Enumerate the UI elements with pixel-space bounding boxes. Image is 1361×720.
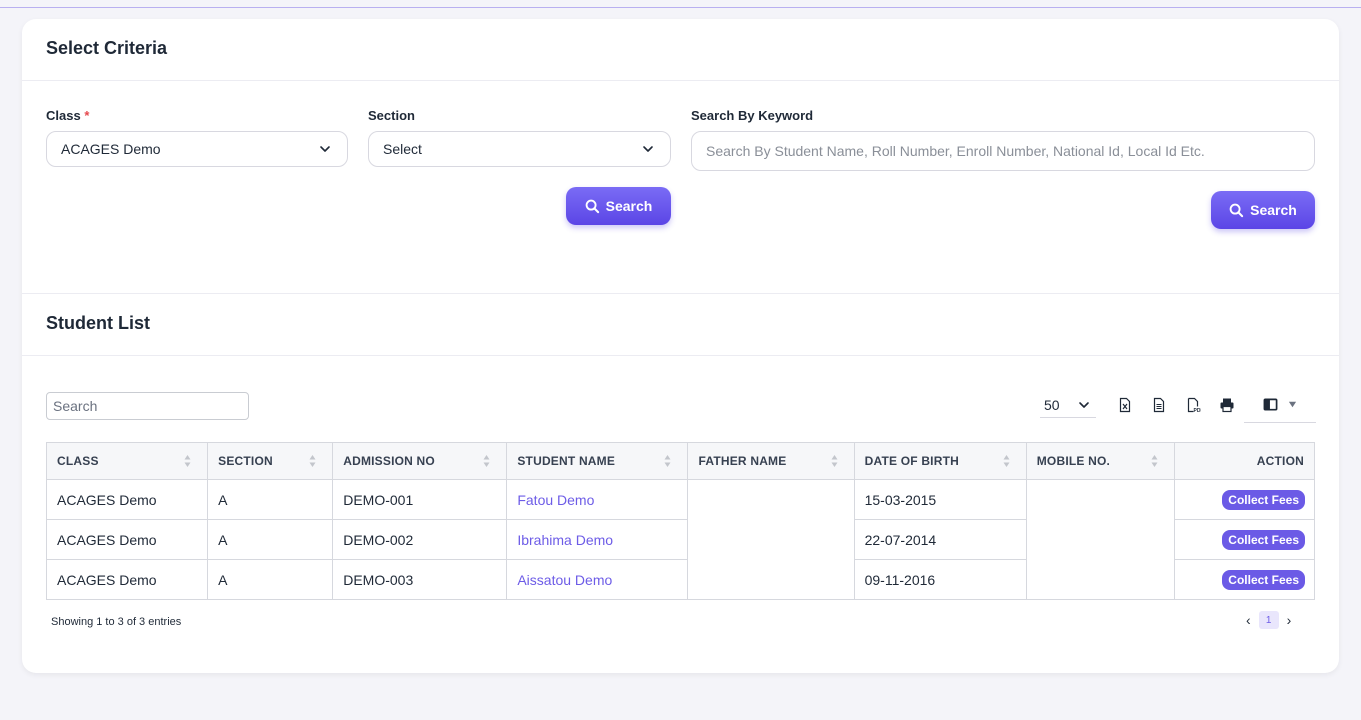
cell-action: Collect Fees: [1173, 559, 1316, 600]
chevron-down-icon: [643, 146, 653, 152]
cell-class: ACAGES Demo: [45, 559, 209, 600]
export-toolbar: PDF: [1108, 387, 1316, 423]
student-table: CLASS SECTION ADMISSION NO STUDENT NAME …: [45, 442, 1316, 600]
table-info: Showing 1 to 3 of 3 entries: [51, 616, 182, 628]
student-name-link[interactable]: Aissatou Demo: [517, 572, 612, 588]
column-header-admission-no[interactable]: ADMISSION NO: [332, 442, 508, 480]
cell-father-name: [687, 559, 855, 600]
page-button-current[interactable]: 1: [1258, 611, 1279, 629]
keyword-label: Search By Keyword: [691, 108, 814, 123]
column-header-class[interactable]: CLASS: [45, 442, 209, 480]
cell-mobile: [1025, 519, 1175, 560]
cell-father-name: [687, 479, 855, 520]
page-length-value: 50: [1044, 396, 1060, 413]
criteria-title: Select Criteria: [46, 38, 168, 58]
search-icon: [1229, 203, 1244, 217]
cell-admission-no: DEMO-003: [332, 559, 508, 600]
column-header-father-name[interactable]: FATHER NAME: [687, 442, 855, 480]
column-header-section[interactable]: SECTION: [207, 442, 334, 480]
cell-section: A: [207, 559, 334, 600]
cell-section: A: [207, 479, 334, 520]
search-icon: [585, 199, 599, 213]
columns-icon: [1263, 398, 1278, 411]
required-mark: *: [84, 108, 90, 123]
column-header-date-of-birth[interactable]: DATE OF BIRTH: [853, 442, 1027, 480]
pagination: ‹ 1 ›: [1246, 611, 1291, 629]
section-label: Section: [368, 108, 415, 123]
table-search-input[interactable]: [46, 392, 249, 420]
pdf-icon: PDF: [1187, 397, 1202, 413]
cell-class: ACAGES Demo: [45, 519, 209, 560]
student-list-title: Student List: [46, 313, 150, 333]
csv-export-button[interactable]: [1142, 388, 1176, 422]
class-label-text: Class: [46, 108, 81, 123]
print-icon: [1220, 398, 1234, 413]
search-button-label: Search: [605, 198, 653, 214]
cell-section: A: [207, 519, 334, 560]
cell-action: Collect Fees: [1173, 479, 1316, 520]
column-visibility-button[interactable]: [1244, 387, 1316, 423]
sort-icon: [1003, 455, 1010, 467]
search-button[interactable]: Search: [566, 187, 671, 225]
cell-student-name: Fatou Demo: [506, 479, 689, 520]
cell-admission-no: DEMO-002: [332, 519, 508, 560]
section-divider: [22, 293, 1339, 294]
keyword-search-button[interactable]: Search: [1211, 191, 1315, 229]
chevron-down-icon: [1079, 401, 1089, 408]
page-length-select[interactable]: 50: [1040, 392, 1096, 418]
csv-icon: [1153, 397, 1165, 413]
table-row: ACAGES Demo A DEMO-001 Fatou Demo 15-03-…: [45, 479, 1316, 520]
cell-date-of-birth: 15-03-2015: [853, 479, 1027, 520]
keyword-search-button-label: Search: [1250, 202, 1297, 218]
keyword-search-input[interactable]: [691, 131, 1315, 171]
student-name-link[interactable]: Ibrahima Demo: [517, 532, 613, 548]
collect-fees-button[interactable]: Collect Fees: [1222, 489, 1305, 510]
cell-class: ACAGES Demo: [45, 479, 209, 520]
sort-icon: [483, 455, 490, 467]
class-select-value: ACAGES Demo: [61, 141, 161, 157]
criteria-card: Select Criteria Class * ACAGES Demo Sect…: [22, 19, 1339, 673]
student-list-divider: [22, 355, 1339, 356]
previous-page-button[interactable]: ‹: [1246, 612, 1251, 628]
excel-export-button[interactable]: [1108, 388, 1142, 422]
svg-text:PDF: PDF: [1194, 408, 1202, 413]
collect-fees-button[interactable]: Collect Fees: [1222, 529, 1305, 550]
print-button[interactable]: [1210, 388, 1244, 422]
cell-admission-no: DEMO-001: [332, 479, 508, 520]
cell-date-of-birth: 09-11-2016: [853, 559, 1027, 600]
cell-student-name: Aissatou Demo: [506, 559, 689, 600]
sort-icon: [1151, 455, 1158, 467]
sort-icon: [831, 455, 838, 467]
sort-icon: [309, 455, 316, 467]
chevron-down-icon: [320, 146, 330, 152]
student-name-link[interactable]: Fatou Demo: [517, 492, 594, 508]
table-row: ACAGES Demo A DEMO-003 Aissatou Demo 09-…: [45, 559, 1316, 600]
cell-father-name: [687, 519, 855, 560]
criteria-divider: [22, 80, 1339, 81]
section-select-value: Select: [383, 141, 422, 157]
pdf-export-button[interactable]: PDF: [1176, 388, 1210, 422]
table-row: ACAGES Demo A DEMO-002 Ibrahima Demo 22-…: [45, 519, 1316, 560]
cell-action: Collect Fees: [1173, 519, 1316, 560]
top-bar-strip: [0, 0, 1361, 8]
column-header-student-name[interactable]: STUDENT NAME: [506, 442, 689, 480]
excel-icon: [1119, 397, 1131, 413]
caret-down-icon: [1288, 401, 1297, 408]
class-select[interactable]: ACAGES Demo: [46, 131, 348, 167]
cell-mobile: [1025, 479, 1175, 520]
class-label: Class *: [46, 108, 89, 123]
next-page-button[interactable]: ›: [1287, 612, 1292, 628]
column-header-action: ACTION: [1173, 442, 1316, 480]
sort-icon: [664, 455, 671, 467]
cell-mobile: [1025, 559, 1175, 600]
column-header-mobile-no[interactable]: MOBILE NO.: [1025, 442, 1175, 480]
table-header-row: CLASS SECTION ADMISSION NO STUDENT NAME …: [45, 442, 1316, 480]
collect-fees-button[interactable]: Collect Fees: [1222, 569, 1305, 590]
section-select[interactable]: Select: [368, 131, 671, 167]
cell-date-of-birth: 22-07-2014: [853, 519, 1027, 560]
sort-icon: [184, 455, 191, 467]
cell-student-name: Ibrahima Demo: [506, 519, 689, 560]
